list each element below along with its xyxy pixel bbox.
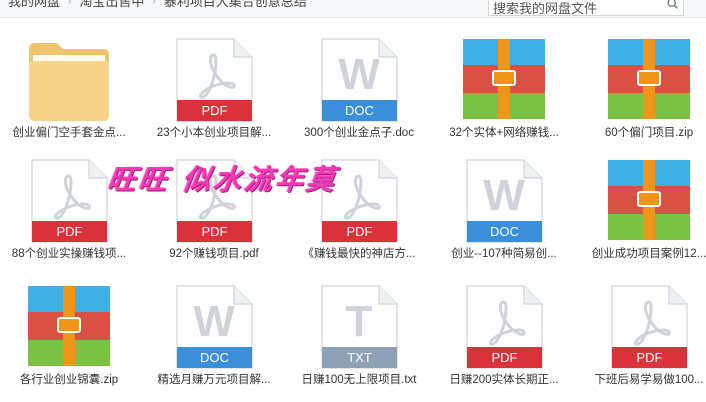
file-item[interactable]: W DOC 精选月赚万元项目解... — [154, 284, 274, 396]
zip-archive-icon — [608, 39, 690, 119]
folder-icon — [29, 43, 109, 121]
file-item[interactable]: PDF 下班后易学易做100... — [589, 284, 706, 396]
file-type-badge: PDF — [346, 224, 373, 239]
breadcrumb-item-folder[interactable]: 淘宝出售中 — [71, 0, 152, 8]
file-name: 创业成功项目案例12... — [591, 248, 706, 260]
file-icon-container: W DOC — [174, 284, 254, 375]
file-icon-container: T TXT — [319, 284, 399, 375]
file-name: 精选月赚万元项目解... — [157, 374, 271, 386]
file-item[interactable]: 60个偏门项目.zip — [589, 37, 706, 149]
svg-text:W: W — [338, 50, 380, 99]
file-icon-container — [606, 37, 692, 126]
file-item[interactable]: T TXT 日赚100无上限项目.txt — [299, 284, 419, 396]
file-item[interactable]: 创业成功项目案例12... — [589, 158, 706, 270]
zip-archive-icon — [463, 39, 545, 119]
file-item[interactable]: 32个实体+网络赚钱... — [444, 37, 564, 149]
breadcrumb: 我的网盘 › 淘宝出售中 › 暴利项目大集合创意总结 — [0, 0, 315, 14]
file-icon-container — [461, 37, 547, 126]
search-icon[interactable] — [666, 0, 679, 10]
svg-text:W: W — [483, 171, 525, 220]
file-item[interactable]: W DOC 创业--107种简易创... — [444, 158, 564, 270]
file-name: 下班后易学易做100... — [594, 374, 704, 386]
file-icon-container: W DOC — [319, 37, 399, 128]
file-item[interactable]: 各行业创业锦囊.zip — [9, 284, 129, 396]
file-item[interactable]: PDF 23个小本创业项目解... — [154, 37, 274, 149]
file-name: 92个赚钱项目.pdf — [169, 248, 259, 260]
file-icon-container — [606, 158, 692, 247]
file-type-badge: DOC — [345, 103, 374, 118]
toolbar: 我的网盘 › 淘宝出售中 › 暴利项目大集合创意总结 — [0, 0, 706, 18]
file-type-badge: DOC — [200, 350, 229, 365]
file-name: 88个创业实操赚钱项... — [11, 248, 127, 260]
file-type-badge: TXT — [347, 350, 372, 365]
file-item[interactable]: 创业偏门空手套金点... — [9, 37, 129, 149]
file-item[interactable]: W DOC 300个创业金点子.doc — [299, 37, 419, 149]
file-icon-container: PDF — [609, 284, 689, 375]
file-icon-container: PDF — [464, 284, 544, 375]
file-item[interactable]: PDF 日赚200实体长期正... — [444, 284, 564, 396]
search-box — [488, 0, 684, 16]
file-icon-container — [27, 37, 111, 128]
breadcrumb-item-root[interactable]: 我的网盘 — [0, 0, 68, 8]
bottom-strip — [0, 397, 706, 402]
file-icon-container: PDF — [174, 37, 254, 128]
file-type-badge: PDF — [636, 350, 663, 365]
file-icon-container — [26, 284, 112, 373]
file-type-badge: PDF — [56, 224, 83, 239]
file-type-badge: PDF — [201, 103, 228, 118]
file-icon-container: W DOC — [464, 158, 544, 249]
file-name: 创业--107种简易创... — [451, 248, 557, 260]
file-name: 日赚200实体长期正... — [449, 374, 559, 386]
file-icon-container: PDF — [29, 158, 109, 249]
file-grid: 创业偏门空手套金点... PDF 23个小本创业项目解... W DOC 300个创业金点… — [0, 0, 706, 402]
file-name: 32个实体+网络赚钱... — [449, 127, 559, 139]
svg-text:T: T — [346, 297, 373, 346]
file-type-badge: PDF — [201, 224, 228, 239]
file-name: 23个小本创业项目解... — [156, 127, 272, 139]
zip-archive-icon — [28, 286, 110, 366]
file-type-badge: PDF — [491, 350, 518, 365]
file-name: 60个偏门项目.zip — [604, 127, 694, 139]
file-name: 日赚100无上限项目.txt — [301, 374, 417, 386]
search-input[interactable] — [489, 1, 659, 16]
file-name: 创业偏门空手套金点... — [12, 127, 126, 139]
file-type-badge: DOC — [490, 224, 519, 239]
watermark-text: 旺旺 似水流年莫 — [105, 163, 340, 196]
file-name: 《赚钱最快的神店方... — [302, 248, 416, 260]
file-name: 300个创业金点子.doc — [304, 127, 414, 139]
file-name: 各行业创业锦囊.zip — [19, 374, 119, 386]
zip-archive-icon — [608, 160, 690, 240]
svg-text:W: W — [193, 297, 235, 346]
breadcrumb-item-current[interactable]: 暴利项目大集合创意总结 — [156, 0, 315, 8]
